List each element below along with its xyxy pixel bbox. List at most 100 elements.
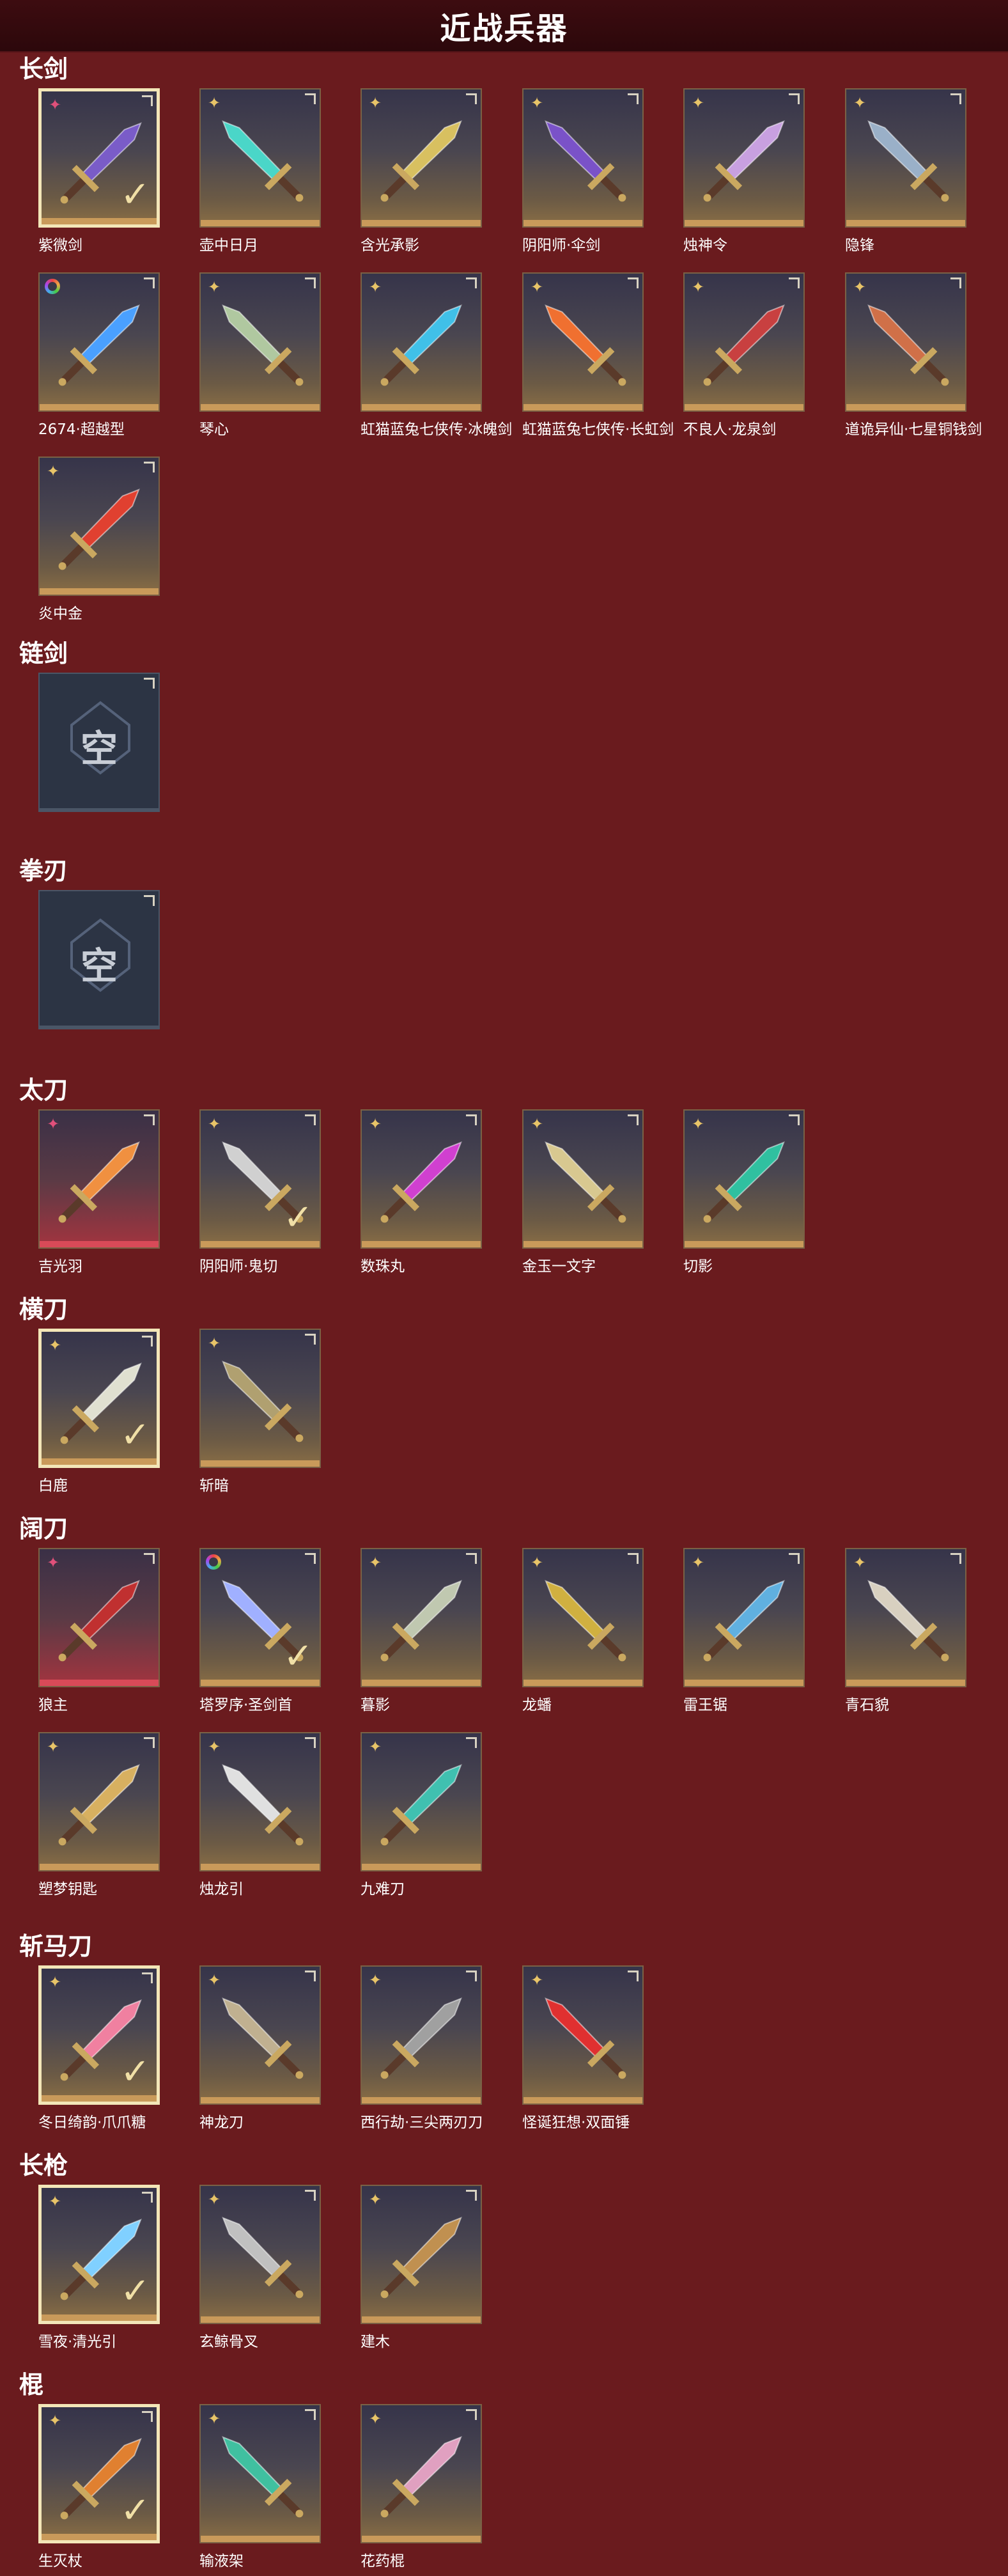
weapon-thumbnail[interactable]: ✦ — [361, 88, 482, 228]
star-badge-icon: ✦ — [48, 1973, 62, 1991]
weapon-card[interactable]: ✦ 九难刀 — [361, 1732, 482, 1898]
weapon-art — [545, 120, 626, 202]
weapon-thumbnail[interactable]: ✦ — [522, 1965, 644, 2105]
weapon-card[interactable]: ✦ 不良人·龙泉剑 — [683, 272, 805, 438]
weapon-card[interactable]: ✦ 西行劫·三尖两刃刀 — [361, 1965, 483, 2131]
weapon-thumbnail[interactable]: ✦ — [361, 2185, 482, 2324]
weapon-card[interactable]: ✦ 虹猫蓝兔七侠传·冰魄剑 — [361, 272, 512, 438]
weapon-card[interactable]: ✦ 输液架 — [199, 2404, 321, 2570]
weapon-art — [58, 1580, 140, 1662]
weapon-card[interactable]: ✦ 道诡异仙·七星铜钱剑 — [845, 272, 982, 438]
weapon-thumbnail[interactable]: ✦ — [361, 1965, 482, 2105]
weapon-thumbnail[interactable]: ✦ — [38, 1548, 160, 1687]
weapon-card[interactable]: ✦ 龙蟠 — [522, 1548, 644, 1713]
weapon-thumbnail[interactable]: ✦ — [38, 1109, 160, 1249]
empty-slot[interactable]: 空 — [38, 890, 160, 1029]
weapon-art — [222, 1764, 304, 1846]
star-badge-icon: ✦ — [207, 2410, 221, 2428]
weapon-card[interactable]: ✦ ✓ 生灭杖 — [38, 2404, 160, 2570]
weapon-card[interactable]: ✦ 神龙刀 — [199, 1965, 321, 2131]
weapon-card[interactable]: ✦ 建木 — [361, 2185, 482, 2350]
star-badge-icon: ✦ — [368, 1738, 382, 1756]
weapon-thumbnail[interactable]: ✦ — [199, 272, 321, 412]
weapon-thumbnail[interactable]: ✦ — [361, 1109, 482, 1249]
weapon-card[interactable]: ✦ 切影 — [683, 1109, 805, 1275]
weapon-thumbnail[interactable] — [38, 272, 160, 412]
weapon-thumbnail[interactable]: ✦ ✓ — [38, 88, 160, 228]
equipped-check-icon: ✓ — [120, 2490, 150, 2531]
weapon-name: 炎中金 — [38, 605, 82, 622]
weapon-card[interactable]: ✦ 金玉一文字 — [522, 1109, 644, 1275]
weapon-thumbnail[interactable]: ✦ — [199, 1965, 321, 2105]
weapon-thumbnail[interactable]: ✓ — [199, 1548, 321, 1687]
weapon-thumbnail[interactable]: ✦ — [38, 1732, 160, 1871]
weapon-card[interactable]: ✦ 隐锋 — [845, 88, 966, 254]
weapon-thumbnail[interactable]: ✦ ✓ — [38, 2185, 160, 2324]
weapon-name: 金玉一文字 — [522, 1258, 596, 1275]
weapon-thumbnail[interactable]: ✦ — [522, 1109, 644, 1249]
weapon-card[interactable]: 2674·超越型 — [38, 272, 160, 438]
section-title: 斩马刀 — [19, 1932, 93, 1960]
weapon-thumbnail[interactable]: ✦ — [845, 1548, 966, 1687]
weapon-thumbnail[interactable]: ✦ — [199, 1732, 321, 1871]
weapon-thumbnail[interactable]: ✦ — [361, 1732, 482, 1871]
weapon-thumbnail[interactable]: ✦ — [361, 1548, 482, 1687]
weapon-card[interactable]: ✦ 吉光羽 — [38, 1109, 160, 1275]
weapon-thumbnail[interactable]: ✦ ✓ — [38, 2404, 160, 2543]
weapon-thumbnail[interactable]: ✦ — [522, 88, 644, 228]
weapon-name: 怪诞狂想·双面锤 — [522, 2114, 630, 2131]
weapon-card[interactable]: ✦ ✓ 白鹿 — [38, 1329, 160, 1494]
weapon-card[interactable]: ✦ 怪诞狂想·双面锤 — [522, 1965, 644, 2131]
weapon-card[interactable]: ✦ 玄鲸骨叉 — [199, 2185, 321, 2350]
weapon-thumbnail[interactable]: ✦ ✓ — [38, 1965, 160, 2105]
weapon-thumbnail[interactable]: ✦ — [522, 272, 644, 412]
weapon-thumbnail[interactable]: ✦ — [199, 2404, 321, 2543]
weapon-thumbnail[interactable]: ✦ — [845, 88, 966, 228]
rarity-bar — [523, 220, 642, 226]
weapon-card[interactable]: ✦ 狼主 — [38, 1548, 160, 1713]
weapon-card[interactable]: ✦ 含光承影 — [361, 88, 482, 254]
rarity-bar — [40, 1864, 159, 1870]
weapon-card[interactable]: ✦ 琴心 — [199, 272, 321, 438]
weapon-card[interactable]: ✦ ✓ 紫微剑 — [38, 88, 160, 254]
page-title: 近战兵器 — [440, 11, 568, 47]
weapon-thumbnail[interactable]: 空 — [38, 890, 160, 1029]
weapon-thumbnail[interactable]: ✦ — [199, 2185, 321, 2324]
weapon-thumbnail[interactable]: ✦ — [683, 1548, 805, 1687]
weapon-thumbnail[interactable]: ✦ ✓ — [38, 1329, 160, 1468]
star-badge-icon: ✦ — [46, 462, 60, 480]
weapon-thumbnail[interactable]: ✦ — [361, 272, 482, 412]
weapon-card[interactable]: ✦ 花药棍 — [361, 2404, 482, 2570]
rarity-bar — [523, 404, 642, 410]
weapon-thumbnail[interactable]: ✦ — [199, 1329, 321, 1468]
weapon-card[interactable]: ✦ 炎中金 — [38, 457, 160, 622]
weapon-thumbnail[interactable]: ✦ — [845, 272, 966, 412]
weapon-card[interactable]: ✦ 虹猫蓝兔七侠传·长虹剑 — [522, 272, 674, 438]
weapon-card[interactable]: ✦ ✓ 雪夜·清光引 — [38, 2185, 160, 2350]
weapon-card[interactable]: ✦ 阴阳师·伞剑 — [522, 88, 644, 254]
weapon-thumbnail[interactable]: ✦ — [683, 272, 805, 412]
weapon-card[interactable]: ✓ 塔罗序·圣剑首 — [199, 1548, 321, 1713]
weapon-card[interactable]: ✦ ✓ 冬日绮韵·爪爪糖 — [38, 1965, 160, 2131]
weapon-thumbnail[interactable]: ✦ — [683, 1109, 805, 1249]
weapon-thumbnail[interactable]: ✦ ✓ — [199, 1109, 321, 1249]
weapon-thumbnail[interactable]: ✦ — [522, 1548, 644, 1687]
weapon-card[interactable]: ✦ 暮影 — [361, 1548, 482, 1713]
weapon-card[interactable]: ✦ 斩暗 — [199, 1329, 321, 1494]
weapon-card[interactable]: ✦ 壶中日月 — [199, 88, 321, 254]
section-title: 棍 — [19, 2371, 44, 2399]
weapon-card[interactable]: ✦ 塑梦钥匙 — [38, 1732, 160, 1898]
weapon-thumbnail[interactable]: 空 — [38, 673, 160, 812]
weapon-card[interactable]: ✦ 数珠丸 — [361, 1109, 482, 1275]
weapon-card[interactable]: ✦ 烛龙引 — [199, 1732, 321, 1898]
weapon-card[interactable]: ✦ ✓ 阴阳师·鬼切 — [199, 1109, 321, 1275]
weapon-thumbnail[interactable]: ✦ — [361, 2404, 482, 2543]
weapon-thumbnail[interactable]: ✦ — [38, 457, 160, 596]
empty-slot[interactable]: 空 — [38, 673, 160, 812]
weapon-thumbnail[interactable]: ✦ — [683, 88, 805, 228]
weapon-card[interactable]: ✦ 烛神令 — [683, 88, 805, 254]
weapon-card[interactable]: ✦ 雷王锯 — [683, 1548, 805, 1713]
weapon-thumbnail[interactable]: ✦ — [199, 88, 321, 228]
weapon-card[interactable]: ✦ 青石貌 — [845, 1548, 966, 1713]
empty-label: 空 — [80, 727, 118, 770]
